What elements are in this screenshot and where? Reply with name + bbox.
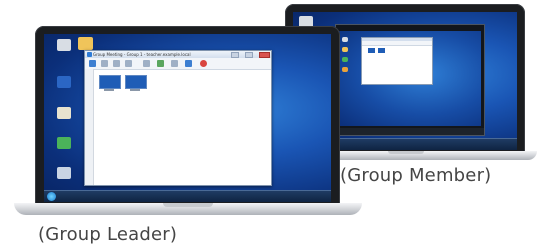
start-button[interactable] <box>47 192 56 201</box>
link-icon[interactable] <box>185 60 192 67</box>
remote-view-window[interactable] <box>335 24 485 136</box>
member-thumbnail-label <box>101 93 102 94</box>
leader-laptop-base <box>14 203 362 215</box>
stop-icon[interactable] <box>200 60 207 67</box>
remote-thumbnail <box>378 48 385 53</box>
recycle-bin-icon[interactable] <box>57 39 71 51</box>
member-thumbnail-label <box>127 93 128 94</box>
leader-desktop-screen: Group Meeting - Group 1 - teacher.exampl… <box>44 34 331 202</box>
remote-desktop <box>339 31 481 126</box>
remote-desktop-icon <box>342 57 348 62</box>
thumbnail-stand <box>104 89 114 91</box>
member-thumbnail[interactable] <box>99 75 121 89</box>
remote-leader-window <box>361 37 433 85</box>
remote-desktop-icon <box>342 47 348 52</box>
app-icon[interactable] <box>57 137 71 149</box>
app-logo-icon <box>87 52 92 57</box>
window-title: Group Meeting - Group 1 - teacher.exampl… <box>93 52 191 57</box>
share-icon[interactable] <box>157 60 164 67</box>
network-icon[interactable] <box>57 107 71 119</box>
remote-desktop-icon <box>342 67 348 72</box>
lock-icon[interactable] <box>143 60 150 67</box>
member-caption: (Group Member) <box>340 165 492 186</box>
search-icon[interactable] <box>101 60 108 67</box>
monitor-icon[interactable] <box>89 60 96 67</box>
chat-icon[interactable] <box>171 60 178 67</box>
refresh-icon[interactable] <box>113 60 120 67</box>
remote-thumbnail <box>368 48 375 53</box>
window-titlebar[interactable]: Group Meeting - Group 1 - teacher.exampl… <box>85 51 271 58</box>
tool-icon[interactable] <box>57 167 71 179</box>
member-thumbnail[interactable] <box>125 75 147 89</box>
thumbnail-stand <box>130 89 140 91</box>
word-icon[interactable] <box>57 76 71 88</box>
leader-taskbar <box>44 190 331 202</box>
folder-icon[interactable] <box>78 37 93 50</box>
member-laptop-notch <box>388 151 424 154</box>
remote-desktop-icon <box>342 37 348 42</box>
settings-icon[interactable] <box>125 60 132 67</box>
window-sidebar <box>85 69 94 185</box>
group-meeting-window[interactable]: Group Meeting - Group 1 - teacher.exampl… <box>84 50 272 186</box>
toolbar <box>85 58 271 70</box>
remote-view-statusbar <box>336 128 484 135</box>
leader-caption: (Group Leader) <box>38 224 178 245</box>
leader-laptop-notch <box>163 203 213 207</box>
